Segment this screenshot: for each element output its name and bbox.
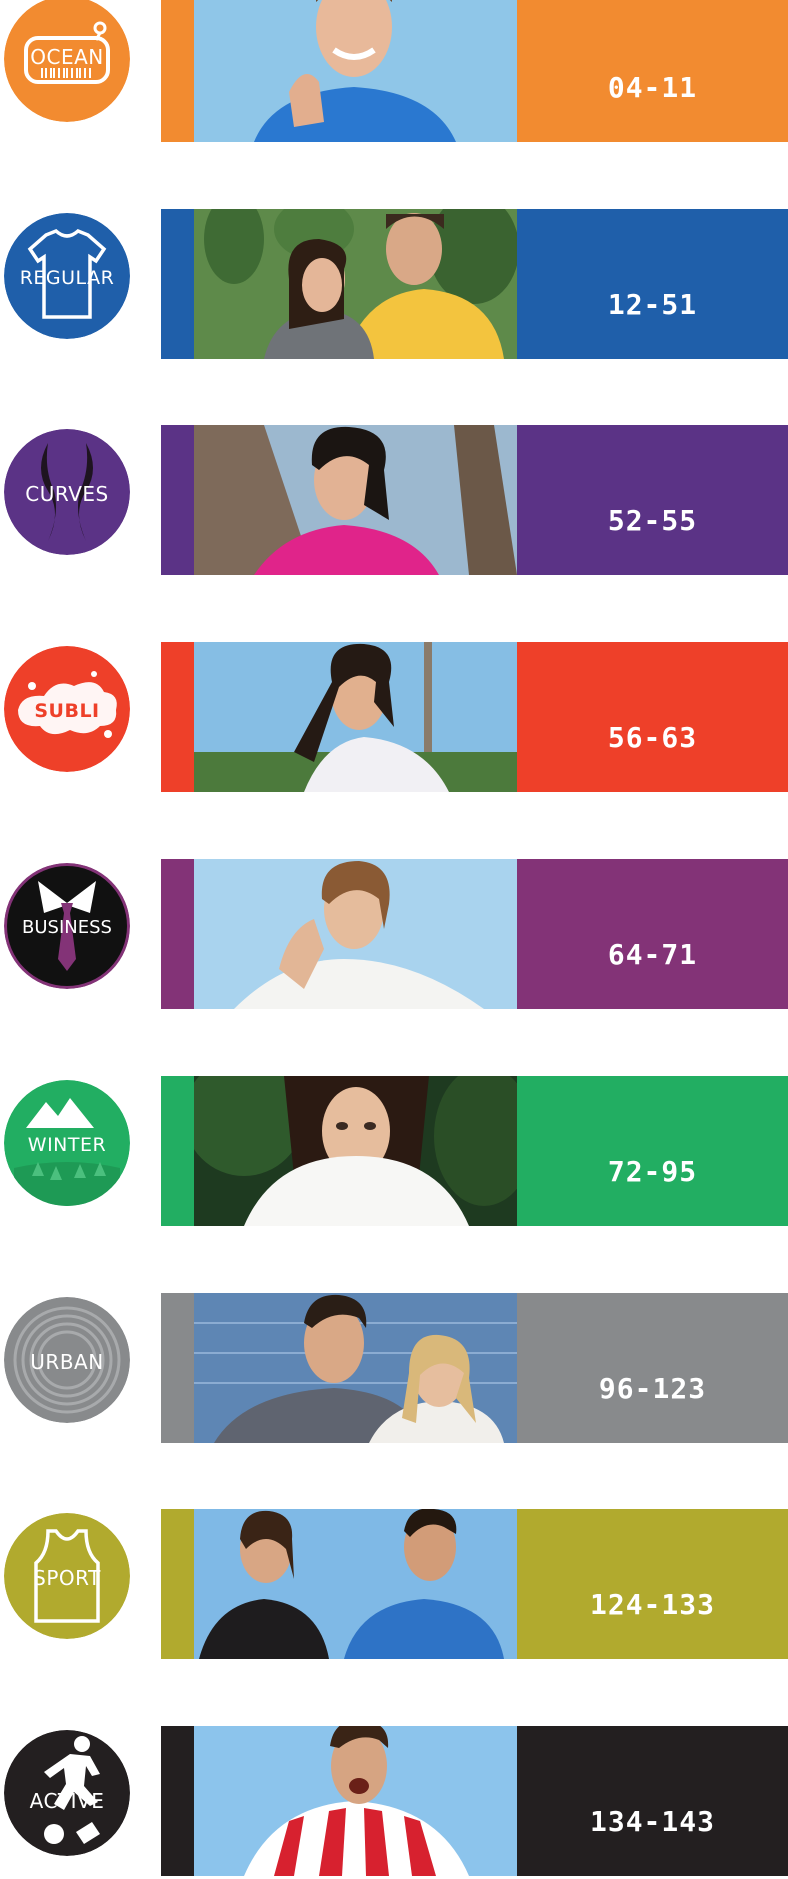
page-range: 04-11	[607, 71, 698, 104]
photo-couple-cactus	[194, 209, 517, 359]
badge-label: BUSINESS	[22, 917, 112, 938]
photo-woman-white-sweater	[194, 1076, 517, 1226]
badge-business: BUSINESS	[4, 863, 130, 989]
photo-couple-seaside	[194, 1293, 517, 1443]
badge-label: OCEAN	[30, 45, 104, 69]
badge-curves: CURVES	[4, 429, 130, 555]
pages-panel: 52-55	[517, 425, 788, 575]
badge-label: SPORT	[33, 1566, 101, 1590]
color-strip	[161, 1726, 194, 1876]
photo-woman-white-shirt	[194, 859, 517, 1009]
pages-panel: 72-95	[517, 1076, 788, 1226]
photo-man-blue-tshirt	[194, 0, 517, 142]
color-strip	[161, 642, 194, 792]
pages-panel: 04-11	[517, 0, 788, 142]
photo-woman-white-top	[194, 642, 517, 792]
catalog-row-urban[interactable]: URBAN 96-123	[0, 1293, 788, 1443]
pages-panel: 12-51	[517, 209, 788, 359]
pages-panel: 134-143	[517, 1726, 788, 1876]
page-range: 12-51	[607, 288, 698, 321]
badge-winter: WINTER	[4, 1080, 130, 1206]
page-range: 56-63	[607, 721, 698, 754]
catalog-row-subli[interactable]: SUBLI 56-63	[0, 642, 788, 792]
catalog-row-active[interactable]: ACTIVE 134-143	[0, 1726, 788, 1876]
color-strip	[161, 1293, 194, 1443]
badge-label: WINTER	[27, 1134, 107, 1156]
color-strip	[161, 425, 194, 575]
photo-couple-sport	[194, 1509, 517, 1659]
catalog-row-curves[interactable]: CURVES 52-55	[0, 425, 788, 575]
badge-label: SUBLI	[34, 700, 100, 722]
catalog-row-winter[interactable]: WINTER 72-95	[0, 1076, 788, 1226]
catalog-row-business[interactable]: BUSINESS 64-71	[0, 859, 788, 1009]
color-strip	[161, 1076, 194, 1226]
page-range: 72-95	[607, 1155, 698, 1188]
color-strip	[161, 1509, 194, 1659]
badge-label: URBAN	[30, 1350, 104, 1374]
pages-panel: 56-63	[517, 642, 788, 792]
page-range: 96-123	[598, 1372, 707, 1405]
badge-subli: SUBLI	[4, 646, 130, 772]
pages-panel: 124-133	[517, 1509, 788, 1659]
catalog-index: OCEAN 04-11 REGULAR 12-51 CURVES 52-55 S…	[0, 0, 788, 1879]
page-range: 134-143	[589, 1805, 715, 1838]
catalog-row-regular[interactable]: REGULAR 12-51	[0, 209, 788, 359]
badge-sport: SPORT	[4, 1513, 130, 1639]
pages-panel: 64-71	[517, 859, 788, 1009]
badge-active: ACTIVE	[4, 1730, 130, 1856]
photo-woman-pink-polo	[194, 425, 517, 575]
color-strip	[161, 859, 194, 1009]
pages-panel: 96-123	[517, 1293, 788, 1443]
badge-urban: URBAN	[4, 1297, 130, 1423]
page-range: 64-71	[607, 938, 698, 971]
catalog-row-sport[interactable]: SPORT 124-133	[0, 1509, 788, 1659]
badge-label: CURVES	[25, 482, 109, 506]
photo-man-striped-jersey	[194, 1726, 517, 1876]
catalog-row-ocean[interactable]: OCEAN 04-11	[0, 0, 788, 142]
badge-label: REGULAR	[19, 267, 115, 289]
page-range: 52-55	[607, 504, 698, 537]
badge-regular: REGULAR	[4, 213, 130, 339]
badge-label: ACTIVE	[29, 1789, 105, 1813]
badge-ocean: OCEAN	[4, 0, 130, 122]
color-strip	[161, 0, 194, 142]
color-strip	[161, 209, 194, 359]
page-range: 124-133	[589, 1588, 715, 1621]
